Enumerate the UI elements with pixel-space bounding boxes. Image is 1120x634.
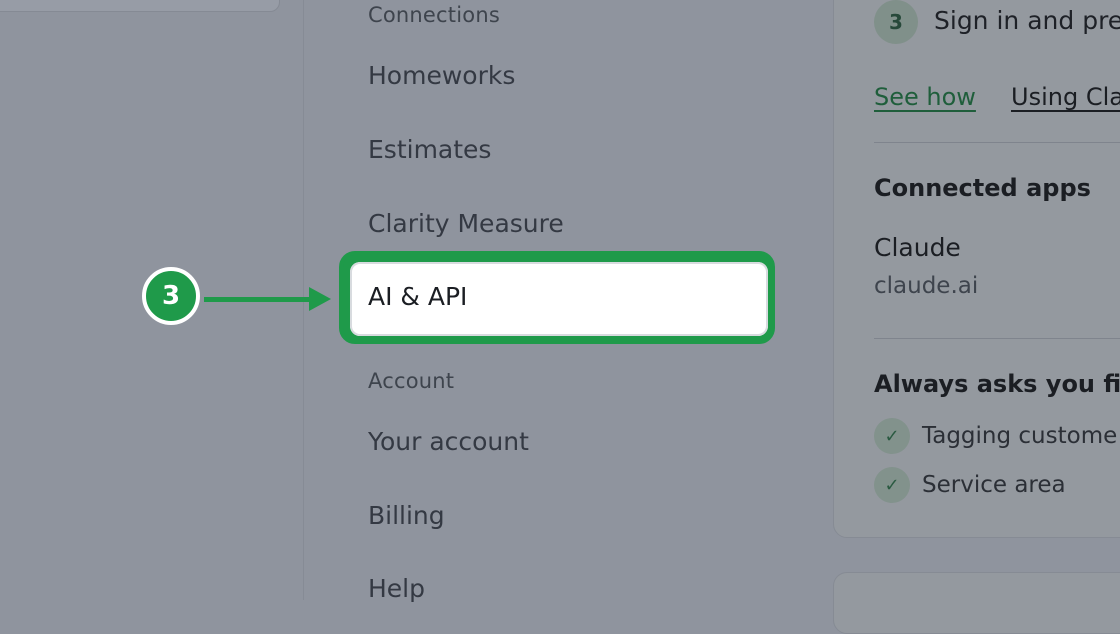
nav-item-help[interactable]: Help xyxy=(368,574,425,603)
using-claude-link[interactable]: Using Cla xyxy=(1011,83,1120,111)
always-asks-heading: Always asks you fi xyxy=(874,370,1120,398)
step-badge-number: 3 xyxy=(161,281,181,311)
right-panel-card xyxy=(833,0,1120,538)
nav-section-account: Account xyxy=(368,369,455,393)
see-how-link[interactable]: See how xyxy=(874,83,976,111)
nav-item-your-account[interactable]: Your account xyxy=(368,427,529,456)
connected-app-url: claude.ai xyxy=(874,273,979,299)
step-instruction-text: Sign in and pre xyxy=(934,6,1120,35)
step-badge: 3 xyxy=(142,267,200,325)
nav-item-ai-api-label: AI & API xyxy=(368,282,468,311)
permission-item: ✓ Service area xyxy=(874,467,1066,503)
nav-item-estimates[interactable]: Estimates xyxy=(368,135,491,164)
left-panel-card xyxy=(0,0,280,12)
nav-item-clarity-measure[interactable]: Clarity Measure xyxy=(368,209,564,238)
nav-item-homeworks[interactable]: Homeworks xyxy=(368,61,515,90)
check-icon: ✓ xyxy=(874,467,910,503)
nav-item-billing[interactable]: Billing xyxy=(368,501,445,530)
check-icon: ✓ xyxy=(874,418,910,454)
permission-item-label: Service area xyxy=(922,472,1066,498)
step-number-circle: 3 xyxy=(874,0,918,44)
section-divider xyxy=(874,142,1120,143)
right-panel-card-lower xyxy=(833,572,1120,634)
permission-item-label: Tagging custome xyxy=(922,423,1118,449)
arrow-head-icon xyxy=(309,287,331,311)
connected-apps-heading: Connected apps xyxy=(874,174,1091,202)
nav-section-connections: Connections xyxy=(368,3,500,27)
permission-item: ✓ Tagging custome xyxy=(874,418,1117,454)
arrow-right-icon xyxy=(204,297,316,302)
connected-app-name: Claude xyxy=(874,233,961,262)
section-divider xyxy=(874,338,1120,339)
